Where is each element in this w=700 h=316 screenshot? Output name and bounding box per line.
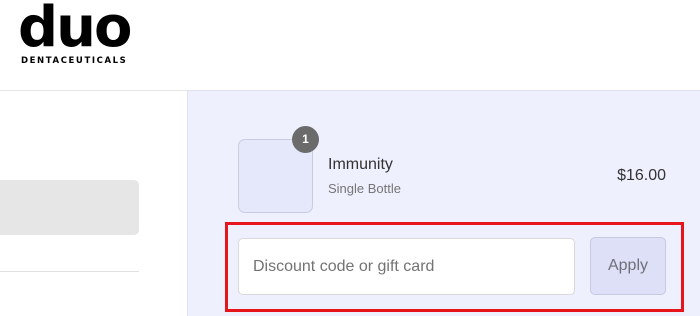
logo-wordmark: duo: [18, 0, 132, 60]
product-name: Immunity: [328, 156, 393, 173]
divider: [0, 271, 139, 272]
logo-subtitle: DENTACEUTICALS: [21, 56, 128, 66]
header: duo DENTACEUTICALS: [0, 0, 700, 90]
order-summary: 1 Immunity Single Bottle $16.00 Apply: [187, 90, 700, 316]
product-price: $16.00: [617, 167, 666, 184]
brand-logo[interactable]: duo DENTACEUTICALS: [18, 0, 132, 66]
discount-code-input[interactable]: [238, 238, 575, 295]
product-variant: Single Bottle: [328, 181, 401, 196]
apply-discount-button[interactable]: Apply: [590, 237, 666, 295]
quantity-badge: 1: [292, 126, 319, 153]
placeholder-bar: [0, 180, 139, 235]
checkout-main-column: [0, 90, 187, 316]
